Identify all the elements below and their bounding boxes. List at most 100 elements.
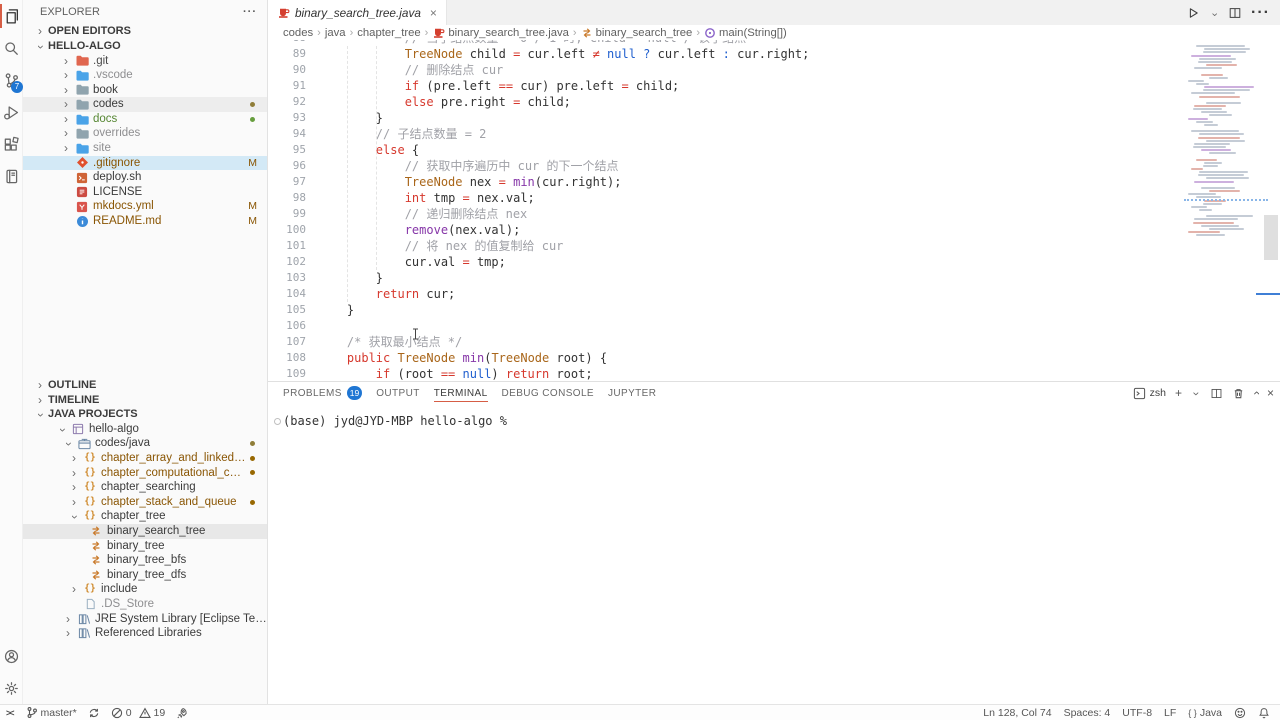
section-timeline[interactable]: › TIMELINE: [23, 393, 267, 408]
breadcrumb-item-binary-search-tree[interactable]: binary_search_tree: [581, 27, 693, 39]
breadcrumb-item-java[interactable]: java: [325, 27, 346, 39]
java-rocket-status-icon[interactable]: [176, 705, 188, 721]
explorer-item-readme-md[interactable]: README.mdM: [23, 214, 267, 229]
java-project-item-binary-tree[interactable]: binary_tree: [23, 539, 267, 554]
editor-scrollbar-thumb[interactable]: [1264, 215, 1278, 260]
split-terminal-icon[interactable]: [1210, 387, 1223, 400]
explorer-more-actions-icon[interactable]: ···: [243, 6, 257, 18]
code-line-106[interactable]: 106: [268, 318, 1280, 334]
activity-bar-item-notebook-icon[interactable]: [0, 160, 23, 192]
java-project-item-referenced-libraries[interactable]: ›Referenced Libraries: [23, 626, 267, 641]
feedback-smiley-icon[interactable]: [1234, 705, 1246, 721]
panel-tab-output[interactable]: OUTPUT: [376, 382, 420, 404]
code-line-107[interactable]: 107 /* 获取最小结点 */: [268, 334, 1280, 350]
terminal-dropdown-icon[interactable]: ›: [1190, 389, 1204, 399]
java-project-item-binary-search-tree[interactable]: binary_search_tree: [23, 524, 267, 539]
code-line-98[interactable]: 98 int tmp = nex.val;: [268, 190, 1280, 206]
minimap[interactable]: [1188, 42, 1254, 242]
explorer-item-license[interactable]: LICENSE: [23, 185, 267, 200]
language-mode-status[interactable]: { } Java: [1188, 705, 1222, 721]
code-line-94[interactable]: 94 // 子结点数量 = 2: [268, 126, 1280, 142]
more-actions-icon[interactable]: ···: [1251, 4, 1270, 22]
explorer-item-gitignore[interactable]: .gitignoreM: [23, 156, 267, 171]
code-line-100[interactable]: 100 remove(nex.val);: [268, 222, 1280, 238]
kill-terminal-icon[interactable]: [1232, 387, 1245, 400]
java-project-item-ds-store[interactable]: .DS_Store: [23, 597, 267, 612]
run-dropdown-chevron-icon[interactable]: ›: [1209, 4, 1219, 22]
code-line-102[interactable]: 102 cur.val = tmp;: [268, 254, 1280, 270]
code-line-89[interactable]: 89 TreeNode child = cur.left ≠ null ? cu…: [268, 46, 1280, 62]
panel-tab-debug-console[interactable]: DEBUG CONSOLE: [502, 382, 594, 404]
activity-bar-item-run-debug-icon[interactable]: [0, 96, 23, 128]
git-branch-status[interactable]: master*: [26, 705, 77, 721]
problems-status[interactable]: 0 19: [111, 705, 166, 721]
breadcrumb-item-codes[interactable]: codes: [283, 27, 313, 39]
explorer-item-site[interactable]: ›site: [23, 141, 267, 156]
explorer-item-overrides[interactable]: ›overrides: [23, 126, 267, 141]
code-line-93[interactable]: 93 }: [268, 110, 1280, 126]
code-line-101[interactable]: 101 // 将 nex 的值复制给 cur: [268, 238, 1280, 254]
explorer-item-vscode[interactable]: ›.vscode: [23, 68, 267, 83]
code-line-90[interactable]: 90 // 删除结点 cur: [268, 62, 1280, 78]
java-project-item-binary-tree-bfs[interactable]: binary_tree_bfs: [23, 553, 267, 568]
explorer-item-codes[interactable]: ›codes: [23, 97, 267, 112]
code-line-91[interactable]: 91 if (pre.left == cur) pre.left = child…: [268, 78, 1280, 94]
code-line-103[interactable]: 103 }: [268, 270, 1280, 286]
remote-indicator-icon[interactable]: ><: [6, 705, 15, 721]
encoding-status[interactable]: UTF-8: [1122, 705, 1152, 721]
section-outline[interactable]: › OUTLINE: [23, 378, 267, 393]
section-hello-algo[interactable]: › HELLO-ALGO: [23, 39, 267, 54]
java-project-item-chapter-array-and-linkedlist[interactable]: ›{}chapter_array_and_linkedlist: [23, 451, 267, 466]
panel-tab-problems[interactable]: PROBLEMS19: [283, 382, 362, 404]
code-line-108[interactable]: 108 public TreeNode min(TreeNode root) {: [268, 350, 1280, 366]
indentation-status[interactable]: Spaces: 4: [1064, 705, 1111, 721]
code-editor[interactable]: 88 // 当子结点数量 = 0 / 1 时, child = null / 该…: [268, 40, 1280, 381]
close-panel-icon[interactable]: ×: [1267, 386, 1274, 400]
new-terminal-icon[interactable]: +: [1175, 386, 1182, 400]
panel-tab-jupyter[interactable]: JUPYTER: [608, 382, 656, 404]
terminal-prompt[interactable]: (base) jyd@JYD-MBP hello-algo %: [283, 413, 507, 429]
breadcrumb-item-binary-search-tree-java[interactable]: binary_search_tree.java: [432, 26, 569, 39]
activity-bar-item-explorer-icon[interactable]: [0, 0, 23, 32]
breadcrumb-item-main-string[interactable]: main(String[]): [704, 27, 787, 39]
explorer-item-book[interactable]: ›book: [23, 83, 267, 98]
panel-tab-terminal[interactable]: TERMINAL: [434, 382, 488, 404]
tab-binary-search-tree-java[interactable]: binary_search_tree.java ×: [268, 0, 447, 25]
section-java-projects[interactable]: › JAVA PROJECTS: [23, 407, 267, 422]
code-line-109[interactable]: 109 if (root == null) return root;: [268, 366, 1280, 381]
tab-close-icon[interactable]: ×: [430, 6, 437, 20]
code-line-92[interactable]: 92 else pre.right = child;: [268, 94, 1280, 110]
code-line-105[interactable]: 105 }: [268, 302, 1280, 318]
activity-bar-item-source-control-icon[interactable]: 7: [0, 64, 23, 96]
split-editor-icon[interactable]: [1228, 6, 1242, 20]
activity-bar-item-settings-icon[interactable]: [0, 672, 23, 704]
code-line-96[interactable]: 96 // 获取中序遍历中 cur 的下一个结点: [268, 158, 1280, 174]
code-line-104[interactable]: 104 return cur;: [268, 286, 1280, 302]
java-project-item-chapter-computational-complexity[interactable]: ›{}chapter_computational_complexity: [23, 466, 267, 481]
code-line-99[interactable]: 99 // 递归删除结点 nex: [268, 206, 1280, 222]
terminal-shell-picker[interactable]: zsh: [1133, 387, 1166, 400]
git-sync-icon[interactable]: [88, 705, 100, 721]
explorer-item-docs[interactable]: ›docs: [23, 112, 267, 127]
activity-bar-item-search-icon[interactable]: [0, 32, 23, 64]
section-open-editors[interactable]: › OPEN EDITORS: [23, 24, 267, 39]
explorer-item-git[interactable]: ›.git: [23, 54, 267, 69]
activity-bar-item-extensions-icon[interactable]: [0, 128, 23, 160]
java-project-item-chapter-searching[interactable]: ›{}chapter_searching: [23, 480, 267, 495]
maximize-panel-icon[interactable]: ›: [1249, 391, 1263, 395]
activity-bar-item-account-icon[interactable]: [0, 640, 23, 672]
explorer-item-mkdocs-yml[interactable]: mkdocs.ymlM: [23, 199, 267, 214]
breadcrumb-item-chapter-tree[interactable]: chapter_tree: [357, 27, 420, 39]
java-project-item-include[interactable]: ›{}include: [23, 582, 267, 597]
java-project-item-chapter-tree[interactable]: ›{}chapter_tree: [23, 509, 267, 524]
java-project-item-codes-java[interactable]: ›codes/java: [23, 436, 267, 451]
code-line-95[interactable]: 95 else {: [268, 142, 1280, 158]
notifications-bell-icon[interactable]: [1258, 705, 1270, 721]
java-project-item-hello-algo[interactable]: ›hello-algo: [23, 422, 267, 437]
java-project-item-binary-tree-dfs[interactable]: binary_tree_dfs: [23, 568, 267, 583]
java-project-item-chapter-stack-and-queue[interactable]: ›{}chapter_stack_and_queue: [23, 495, 267, 510]
eol-status[interactable]: LF: [1164, 705, 1176, 721]
explorer-item-deploy-sh[interactable]: deploy.sh: [23, 170, 267, 185]
code-line-97[interactable]: 97 TreeNode nex = min(cur.right);: [268, 174, 1280, 190]
run-button[interactable]: [1186, 6, 1200, 20]
